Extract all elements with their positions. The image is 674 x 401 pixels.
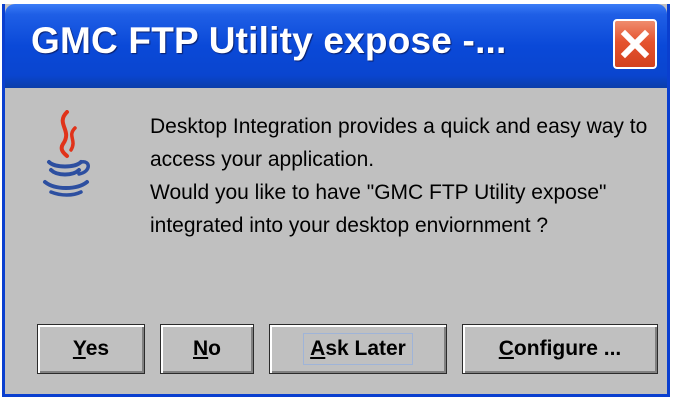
no-button[interactable]: No	[160, 324, 254, 374]
configure-label-rest: onfigure ...	[513, 337, 622, 360]
dialog-window: GMC FTP Utility expose -... Desktop Inte…	[2, 4, 670, 397]
close-button[interactable]	[613, 19, 657, 69]
no-label-rest: o	[208, 337, 221, 360]
yes-mnemonic: Y	[72, 337, 86, 360]
title-bar[interactable]: GMC FTP Utility expose -...	[5, 4, 667, 88]
message-line-question: Would you like to have "GMC FTP Utility …	[150, 181, 607, 237]
dialog-message: Desktop Integration provides a quick and…	[150, 110, 665, 242]
message-line-integration: Desktop Integration provides a quick and…	[150, 115, 648, 171]
java-coffee-cup-icon	[41, 110, 91, 200]
dialog-content: Desktop Integration provides a quick and…	[5, 88, 667, 394]
yes-label-rest: es	[85, 337, 110, 360]
ask-later-mnemonic: A	[310, 337, 326, 360]
yes-button[interactable]: Yes	[37, 324, 145, 374]
ask-later-button[interactable]: Ask Later	[269, 324, 447, 374]
no-mnemonic: N	[193, 337, 209, 360]
configure-button[interactable]: Configure ...	[462, 324, 658, 374]
ask-later-label-rest: sk Later	[325, 337, 406, 360]
window-title: GMC FTP Utility expose -...	[31, 20, 507, 61]
configure-mnemonic: C	[498, 337, 514, 360]
close-icon	[620, 29, 650, 59]
focus-ring: Ask Later	[303, 333, 413, 365]
